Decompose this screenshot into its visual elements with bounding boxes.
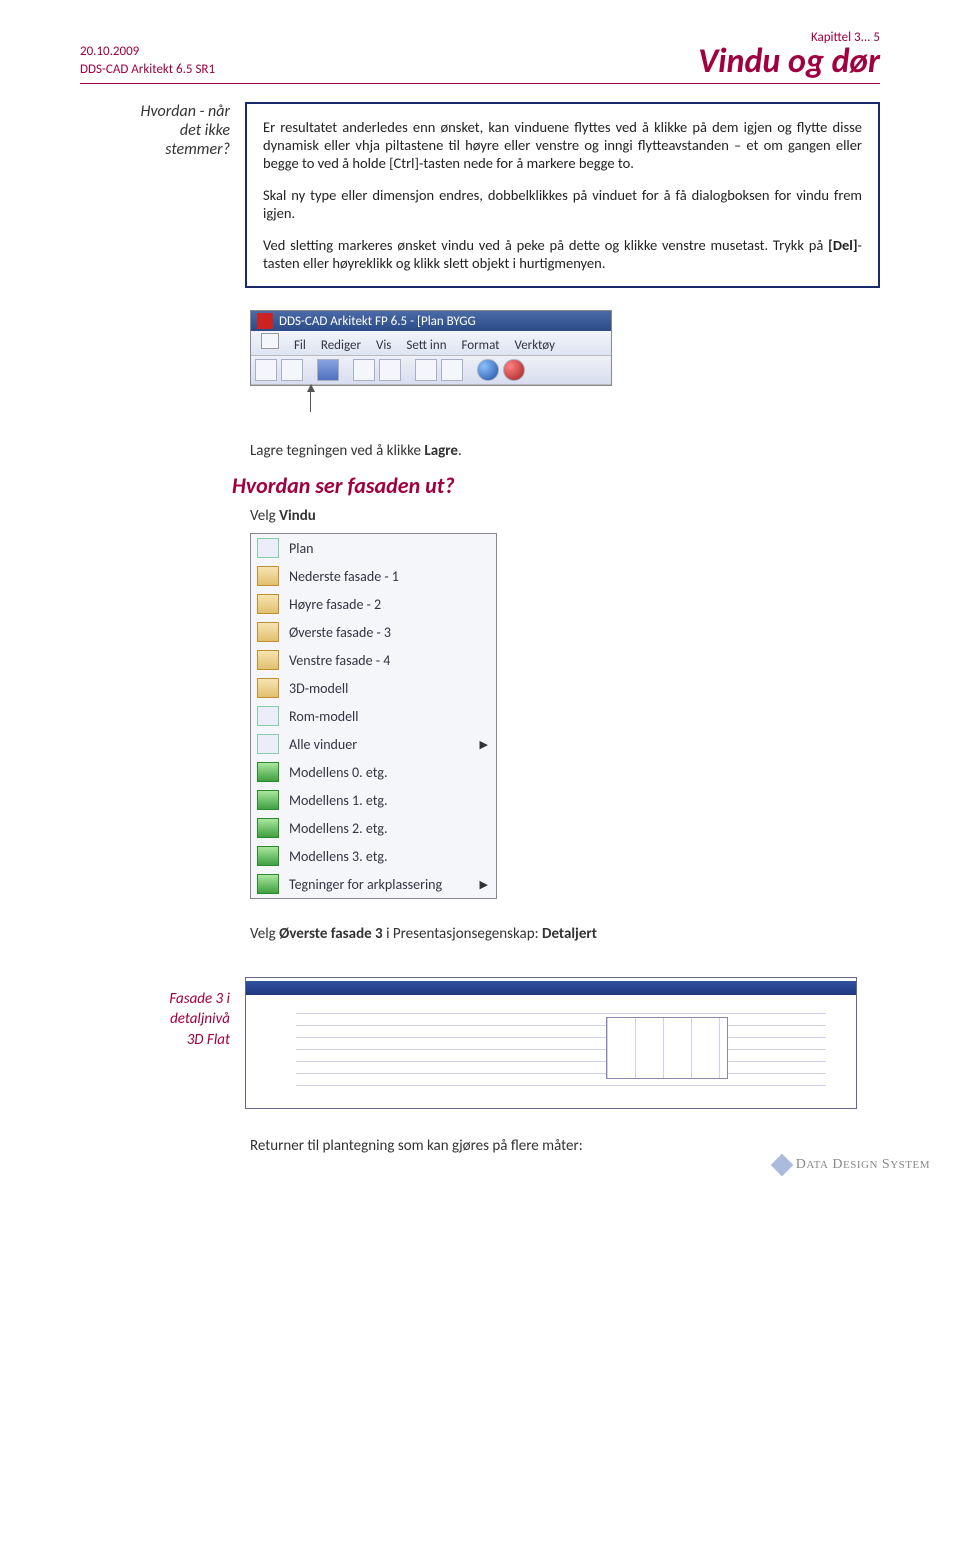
view-menu-panel: Plan Nederste fasade - 1 Høyre fasade - …: [250, 533, 497, 899]
header-title: Vindu og dør: [698, 45, 880, 79]
window-drawing: [606, 1017, 728, 1079]
info-p2: Skal ny type eller dimensjon endres, dob…: [263, 186, 862, 222]
window-control-icon[interactable]: [261, 333, 279, 349]
plan-icon: [257, 538, 279, 558]
view-item-etg1[interactable]: Modellens 1. etg.: [251, 786, 496, 814]
velg-vindu: Velg Vindu: [250, 507, 880, 525]
menu-verktoy[interactable]: Verktøy: [514, 338, 555, 353]
submenu-arrow-icon: ▶: [480, 738, 488, 751]
view-3d-red-button[interactable]: [503, 359, 525, 381]
view-item-nederste[interactable]: Nederste fasade - 1: [251, 562, 496, 590]
logo-icon: [770, 1154, 793, 1177]
menu-settinn[interactable]: Sett inn: [406, 338, 446, 353]
detail-caption: Velg Øverste fasade 3 i Presentasjonsege…: [250, 925, 880, 943]
save-caption: Lagre tegningen ved å klikke Lagre.: [250, 442, 880, 460]
house-icon: [257, 566, 279, 586]
undo-button[interactable]: [415, 359, 437, 381]
subheading-fasade: Hvordan ser fasaden ut?: [232, 472, 880, 499]
return-caption: Returner til plantegning som kan gjøres …: [250, 1137, 880, 1155]
view-item-hoyre[interactable]: Høyre fasade - 2: [251, 590, 496, 618]
view-item-etg2[interactable]: Modellens 2. etg.: [251, 814, 496, 842]
house-icon: [257, 678, 279, 698]
house-icon: [257, 650, 279, 670]
margin-note: Hvordan - når det ikke stemmer?: [80, 102, 245, 288]
save-button[interactable]: [317, 359, 339, 381]
footer-logo: DATA DESIGN SYSTEM: [774, 1157, 930, 1173]
app-screenshot: DDS-CAD Arkitekt FP 6.5 - [Plan BYGG Fil…: [250, 310, 612, 386]
view-item-venstre[interactable]: Venstre fasade - 4: [251, 646, 496, 674]
app-toolbar: [251, 356, 611, 385]
view-item-plan[interactable]: Plan: [251, 534, 496, 562]
house-icon: [257, 622, 279, 642]
menu-vis[interactable]: Vis: [376, 338, 391, 353]
margin-note-l1: Hvordan - når: [80, 102, 230, 121]
info-p1: Er resultatet anderledes enn ønsket, kan…: [263, 118, 862, 172]
floor-icon: [257, 818, 279, 838]
view-item-etg0[interactable]: Modellens 0. etg.: [251, 758, 496, 786]
header-date: 20.10.2009: [80, 43, 215, 61]
app-menubar: Fil Rediger Vis Sett inn Format Verktøy: [251, 331, 611, 356]
open-button[interactable]: [281, 359, 303, 381]
floor-icon: [257, 790, 279, 810]
floor-icon: [257, 762, 279, 782]
facade-titlebar: [246, 981, 856, 995]
facade-margin-note: Fasade 3 i detaljnivå 3D Flat: [80, 989, 245, 1050]
view-item-3dmodell[interactable]: 3D-modell: [251, 674, 496, 702]
app-title-text: DDS-CAD Arkitekt FP 6.5 - [Plan BYGG: [279, 314, 476, 329]
menu-rediger[interactable]: Rediger: [321, 338, 361, 353]
margin-note-l2: det ikke: [80, 121, 230, 140]
view-3d-blue-button[interactable]: [477, 359, 499, 381]
app-titlebar: DDS-CAD Arkitekt FP 6.5 - [Plan BYGG: [251, 311, 611, 331]
floor-icon: [257, 846, 279, 866]
header-product: DDS-CAD Arkitekt 6.5 SR1: [80, 61, 215, 79]
submenu-arrow-icon: ▶: [480, 878, 488, 891]
view-item-etg3[interactable]: Modellens 3. etg.: [251, 842, 496, 870]
callout-arrow: [250, 386, 880, 412]
view-item-overste[interactable]: Øverste fasade - 3: [251, 618, 496, 646]
menu-format[interactable]: Format: [462, 338, 500, 353]
copy-button[interactable]: [353, 359, 375, 381]
house-icon: [257, 594, 279, 614]
new-button[interactable]: [255, 359, 277, 381]
floor-icon: [257, 874, 279, 894]
room-icon: [257, 706, 279, 726]
menu-fil[interactable]: Fil: [294, 338, 306, 353]
redo-button[interactable]: [441, 359, 463, 381]
view-item-allevinduer[interactable]: Alle vinduer▶: [251, 730, 496, 758]
app-icon: [257, 313, 273, 329]
info-p3: Ved sletting markeres ønsket vindu ved å…: [263, 236, 862, 272]
view-item-rommodell[interactable]: Rom-modell: [251, 702, 496, 730]
facade-screenshot: [245, 977, 857, 1109]
view-item-tegninger[interactable]: Tegninger for arkplassering▶: [251, 870, 496, 898]
margin-note-l3: stemmer?: [80, 140, 230, 159]
info-box: Er resultatet anderledes enn ønsket, kan…: [245, 102, 880, 288]
facade-elevation-drawing: [246, 995, 856, 1105]
windows-icon: [257, 734, 279, 754]
print-button[interactable]: [379, 359, 401, 381]
page-header: 20.10.2009 DDS-CAD Arkitekt 6.5 SR1 Kapi…: [80, 30, 880, 84]
